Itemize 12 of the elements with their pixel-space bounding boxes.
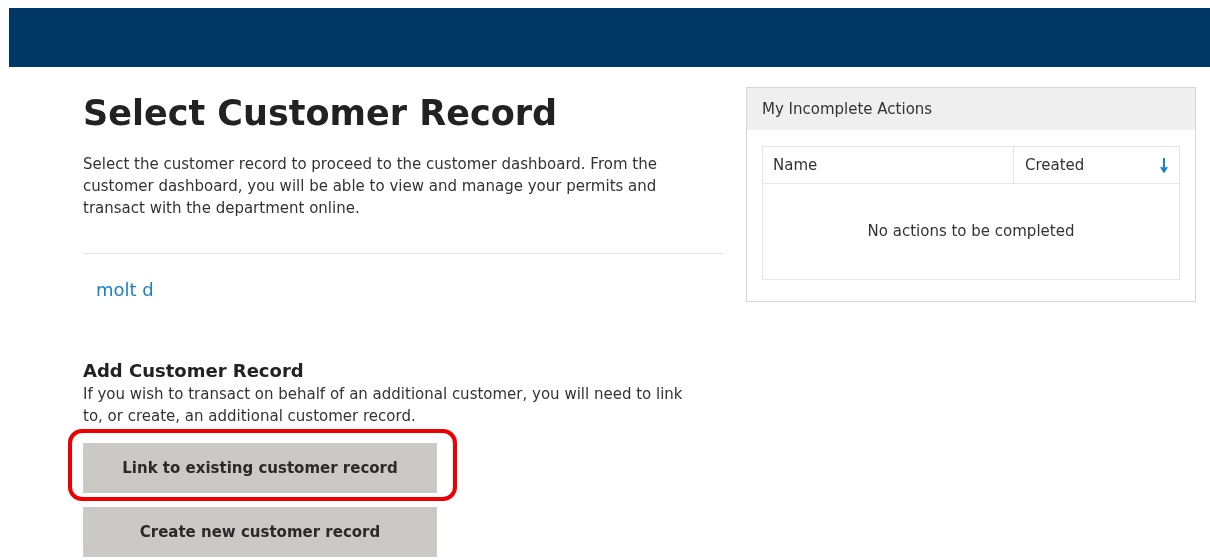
empty-message: No actions to be completed xyxy=(867,221,1075,243)
section-title: Add Customer Record xyxy=(83,359,305,383)
action-button[interactable]: Link to existing customer record xyxy=(83,443,437,493)
column-header[interactable]: Created xyxy=(1025,153,1085,177)
page-title: Select Customer Record xyxy=(83,92,558,135)
action-button[interactable]: Create new customer record xyxy=(83,507,437,557)
column-header[interactable]: Name xyxy=(773,153,818,177)
customer-link[interactable]: molt d xyxy=(96,279,154,300)
panel-title: My Incomplete Actions xyxy=(747,88,1195,130)
section-text: If you wish to transact on behalf of an additional customer, you will need to link to, or create, an additional customer record. xyxy=(83,384,684,427)
intro-text: Select the customer record to proceed to the customer dashboard. From the customer dashboard, you will be able to view and manage your permits and transact with the department online. xyxy=(83,154,658,219)
sort-descending-icon[interactable] xyxy=(1160,157,1168,173)
